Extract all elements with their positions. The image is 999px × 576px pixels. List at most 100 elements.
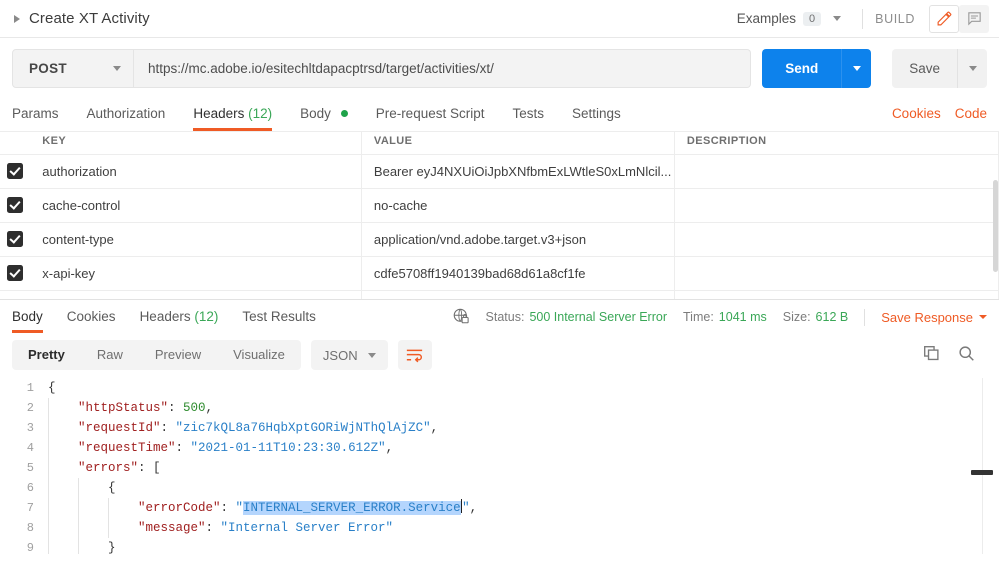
row-value[interactable]: no-cache <box>361 187 675 222</box>
indent-guide <box>48 518 78 538</box>
checkbox-checked-icon[interactable] <box>7 197 24 214</box>
url-bar: POST https://mc.adobe.io/esitechltdapacp… <box>0 38 999 100</box>
tab-params[interactable]: Params <box>12 100 73 131</box>
comments-button[interactable] <box>959 4 989 33</box>
cookies-link[interactable]: Cookies <box>892 106 941 121</box>
line-content[interactable]: } <box>48 538 116 554</box>
line-content[interactable]: { <box>48 378 56 398</box>
row-description[interactable] <box>674 187 999 222</box>
tab-label: Cookies <box>66 309 116 324</box>
format-tab-preview[interactable]: Preview <box>139 340 217 370</box>
table-row[interactable]: x-api-key cdfe5708ff1940139bad68d61a8cf1… <box>0 255 999 290</box>
code-link[interactable]: Code <box>955 106 987 121</box>
row-key[interactable]: authorization <box>30 153 362 188</box>
response-tab-cookies[interactable]: Cookies <box>55 302 128 332</box>
row-checkbox-cell[interactable] <box>0 255 31 290</box>
send-button[interactable]: Send <box>762 49 842 88</box>
request-tabs: Params Authorization Headers (12) Body P… <box>12 100 892 131</box>
line-number: 1 <box>26 381 34 395</box>
save-button[interactable]: Save <box>892 49 957 88</box>
save-options-button[interactable] <box>957 49 987 88</box>
checkbox-checked-icon[interactable] <box>7 265 24 282</box>
collapse-chevron-right-icon[interactable] <box>14 15 20 23</box>
row-description[interactable] <box>674 255 999 290</box>
new-row-description-input[interactable]: Description <box>674 289 999 299</box>
build-label[interactable]: BUILD <box>875 12 915 26</box>
tab-body[interactable]: Body <box>286 100 362 131</box>
table-row[interactable]: cache-control no-cache <box>0 187 999 222</box>
row-description[interactable] <box>674 153 999 188</box>
row-checkbox-cell <box>0 289 31 299</box>
row-value[interactable]: cdfe5708ff1940139bad68d61a8cf1fe <box>361 255 675 290</box>
line-number: 7 <box>26 501 34 515</box>
row-checkbox-cell[interactable] <box>0 221 31 256</box>
new-row-key-input[interactable]: Key <box>30 289 362 299</box>
code-token: : <box>175 441 191 455</box>
line-content[interactable]: "errorCode": "INTERNAL_SERVER_ERROR.Serv… <box>48 498 477 518</box>
table-row-new[interactable]: Key Value Description <box>0 289 999 299</box>
code-scroll-marker[interactable] <box>971 470 993 475</box>
tab-label: Body <box>12 309 43 324</box>
code-editor-right-border <box>982 378 983 554</box>
network-info-button[interactable] <box>452 307 470 328</box>
language-value: JSON <box>322 347 358 363</box>
row-value[interactable]: Bearer eyJ4NXUiOiJpbXNfbmExLWtleS0xLmNlc… <box>361 153 675 188</box>
tab-headers[interactable]: Headers (12) <box>179 100 286 131</box>
line-content[interactable]: "httpStatus": 500, <box>48 398 213 418</box>
line-content[interactable]: "errors": [ <box>48 458 161 478</box>
response-tab-headers[interactable]: Headers (12) <box>128 302 231 332</box>
headers-table-head: KEY VALUE DESCRIPTION <box>0 132 999 154</box>
edit-request-button[interactable] <box>929 4 959 33</box>
row-key[interactable]: content-type <box>30 221 362 256</box>
table-row[interactable]: content-type application/vnd.adobe.targe… <box>0 221 999 256</box>
examples-dropdown-button[interactable] <box>821 10 850 27</box>
tab-settings[interactable]: Settings <box>558 100 635 131</box>
toolbar-divider <box>862 8 864 29</box>
code-token: "zic7kQL8a76HqbXptGORiWjNThQlAjZC" <box>175 421 431 435</box>
line-content[interactable]: { <box>48 478 116 498</box>
column-description: DESCRIPTION <box>674 132 999 154</box>
tab-label: Test Results <box>242 309 316 324</box>
row-checkbox-cell[interactable] <box>0 187 31 222</box>
response-tab-test-results[interactable]: Test Results <box>230 302 328 332</box>
row-checkbox-cell[interactable] <box>0 153 31 188</box>
send-options-button[interactable] <box>841 49 872 88</box>
save-response-button[interactable]: Save Response <box>881 310 987 325</box>
word-wrap-button[interactable] <box>397 340 432 370</box>
headers-table: KEY VALUE DESCRIPTION authorization Bear… <box>0 132 999 299</box>
table-row[interactable]: authorization Bearer eyJ4NXUiOiJpbXNfbmE… <box>0 153 999 188</box>
language-selector[interactable]: JSON <box>310 340 388 370</box>
code-token: " <box>235 501 244 515</box>
response-tab-body[interactable]: Body <box>12 302 55 333</box>
tab-label: Headers <box>193 106 245 121</box>
checkbox-checked-icon[interactable] <box>7 231 24 248</box>
row-description[interactable] <box>674 221 999 256</box>
copy-button[interactable] <box>923 345 940 365</box>
search-button[interactable] <box>958 345 975 365</box>
code-token: "requestTime" <box>78 441 176 455</box>
row-key[interactable]: x-api-key <box>30 255 362 290</box>
line-content[interactable]: "message": "Internal Server Error" <box>48 518 393 538</box>
format-tab-visualize[interactable]: Visualize <box>217 340 301 370</box>
table-header-row: KEY VALUE DESCRIPTION <box>0 132 999 154</box>
line-content[interactable]: "requestId": "zic7kQL8a76HqbXptGORiWjNTh… <box>48 418 438 438</box>
body-present-dot-icon <box>340 110 348 117</box>
indent-guide <box>108 498 138 518</box>
tab-authorization[interactable]: Authorization <box>73 100 180 131</box>
response-body-code[interactable]: 1{2 "httpStatus": 500, 3 "requestId": "zic7… <box>0 378 999 554</box>
checkbox-checked-icon[interactable] <box>7 163 24 180</box>
new-row-value-input[interactable]: Value <box>361 289 675 299</box>
row-value[interactable]: application/vnd.adobe.target.v3+json <box>361 221 675 256</box>
line-content[interactable]: "requestTime": "2021-01-11T10:23:30.612Z… <box>48 438 393 458</box>
headers-table-scrollbar[interactable] <box>993 180 998 272</box>
response-meta: Status: 500 Internal Server Error Time: … <box>452 307 987 328</box>
tab-pre-request-script[interactable]: Pre-request Script <box>362 100 499 131</box>
format-tab-raw[interactable]: Raw <box>81 340 139 370</box>
tab-tests[interactable]: Tests <box>498 100 558 131</box>
row-key[interactable]: cache-control <box>30 187 362 222</box>
url-input[interactable]: https://mc.adobe.io/esitechltdapacptrsd/… <box>134 49 752 88</box>
save-button-group: Save <box>892 49 987 88</box>
time-label: Time: <box>683 310 714 324</box>
method-selector[interactable]: POST <box>12 49 134 88</box>
format-tab-pretty[interactable]: Pretty <box>12 340 81 370</box>
